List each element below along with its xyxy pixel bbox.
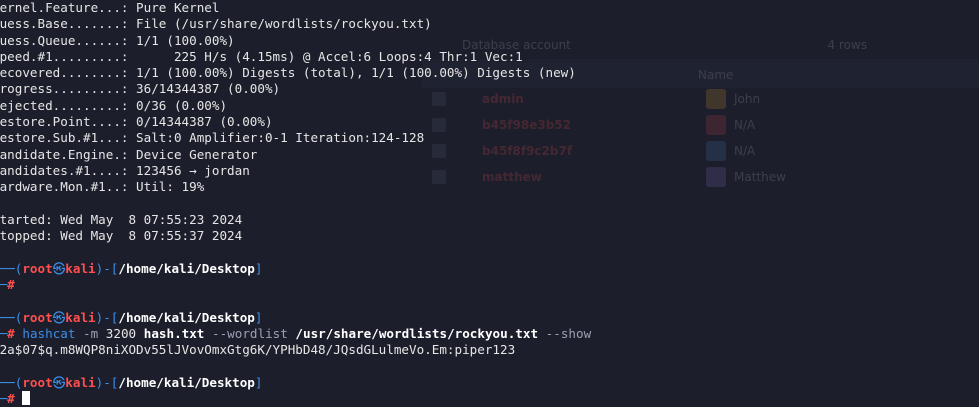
prompt-line: ┌──(root㉿kali)-[/home/kali/Desktop]	[0, 309, 263, 325]
status-line: Restore.Point....: 0/14344387 (0.00%)	[0, 114, 273, 130]
active-prompt-line[interactable]: └─#	[0, 391, 979, 407]
status-line: Guess.Base.......: File (/usr/share/word…	[0, 16, 432, 32]
status-line: Candidates.#1....: 123456 → jordan	[0, 162, 250, 178]
skull-icon: ㉿	[52, 260, 66, 276]
status-line: Candidate.Engine.: Device Generator	[0, 146, 258, 162]
status-line: Restore.Sub.#1...: Salt:0 Amplifier:0-1 …	[0, 130, 425, 146]
status-line: Guess.Queue......: 1/1 (100.00%)	[0, 32, 235, 48]
command-binary: hashcat	[22, 325, 76, 341]
command-line: └─# hashcat -m 3200 hash.txt --wordlist …	[0, 325, 592, 341]
status-line: Recovered........: 1/1 (100.00%) Digests…	[0, 65, 576, 81]
skull-icon: ㉿	[52, 309, 66, 325]
cracked-hash-result: $2a$07$q.m8WQP8niXODv55lJVovOmxGtg6K/YPH…	[0, 342, 516, 358]
skull-icon: ㉿	[52, 374, 66, 390]
prompt-input-line: └─#	[0, 277, 15, 293]
terminal-output[interactable]: Kernel.Feature...: Pure Kernel Guess.Bas…	[0, 0, 979, 407]
status-line: Rejected.........: 0/36 (0.00%)	[0, 97, 228, 113]
prompt-line: ┌──(root㉿kali)-[/home/kali/Desktop]	[0, 260, 263, 276]
status-line: Speed.#1.........: 225 H/s (4.15ms) @ Ac…	[0, 48, 523, 64]
status-line: Progress.........: 36/14344387 (0.00%)	[0, 81, 281, 97]
status-line: Kernel.Feature...: Pure Kernel	[0, 0, 220, 15]
status-line: Hardware.Mon.#1..: Util: 19%	[0, 179, 205, 195]
prompt-line: ┌──(root㉿kali)-[/home/kali/Desktop]	[0, 374, 263, 390]
text-cursor	[22, 391, 31, 406]
stopped-line: Stopped: Wed May 8 07:55:37 2024	[0, 228, 243, 244]
started-line: Started: Wed May 8 07:55:23 2024	[0, 211, 243, 227]
